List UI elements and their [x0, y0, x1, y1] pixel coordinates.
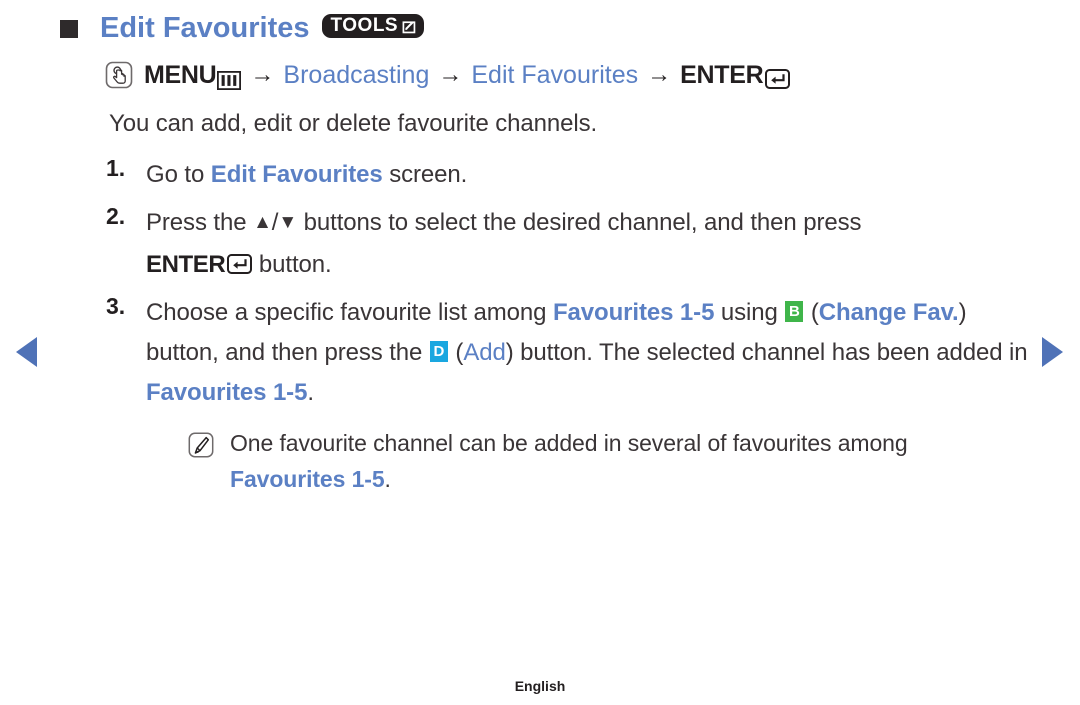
step-number: 1.: [106, 155, 126, 181]
step1-link-edit-favourites[interactable]: Edit Favourites: [211, 161, 383, 188]
intro-text: You can add, edit or delete favourite ch…: [109, 110, 598, 137]
step3-link-add[interactable]: Add: [463, 339, 506, 366]
step3-text-2: using: [714, 299, 785, 326]
step-body: Choose a specific favourite list among F…: [146, 293, 1034, 497]
note-text: One favourite channel can be added in se…: [230, 425, 908, 497]
menu-path-item-broadcasting[interactable]: Broadcasting: [283, 61, 429, 90]
page-title: Edit Favourites: [100, 12, 310, 44]
steps-list: 1. Go to Edit Favourites screen. 2. Pres…: [104, 155, 1034, 505]
step3-text-6: ) button. The selected channel has been …: [505, 339, 1028, 366]
enter-return-icon: [227, 247, 253, 274]
step1-text-2: screen.: [382, 161, 468, 188]
step2-text-2: buttons to select the desired channel, a…: [297, 209, 862, 236]
step-item: 3. Choose a specific favourite list amon…: [104, 293, 1034, 497]
key-badge-b-icon: B: [785, 301, 804, 323]
menu-path-breadcrumb: MENU → Broadcasting → Edit Favourites → …: [104, 60, 791, 90]
note-text-1: One favourite channel can be added in se…: [230, 430, 908, 456]
tools-badge-label: TOOLS: [330, 14, 399, 36]
step3-text-5: (: [448, 339, 464, 366]
step3-link-change-fav[interactable]: Change Fav.: [819, 299, 959, 326]
note-block: One favourite channel can be added in se…: [188, 425, 1034, 497]
up-arrow-icon: ▲: [253, 212, 272, 233]
enter-return-icon: [765, 67, 791, 89]
page-title-row: Edit Favourites TOOLS: [60, 12, 425, 45]
step-body: Press the ▲/▼ buttons to select the desi…: [146, 203, 1034, 285]
step3-link-favourites-1-5-b[interactable]: Favourites 1-5: [146, 379, 307, 406]
down-arrow-icon: ▼: [278, 212, 298, 233]
menu-path-item-edit-favourites[interactable]: Edit Favourites: [471, 61, 638, 90]
menu-path-enter-label: ENTER: [680, 60, 764, 89]
step3-text-1: Choose a specific favourite list among: [146, 299, 553, 326]
triangle-right-icon[interactable]: [1042, 337, 1063, 367]
menu-path-arrow-1: →: [250, 61, 275, 88]
triangle-left-icon[interactable]: [16, 337, 37, 367]
step-item: 2. Press the ▲/▼ buttons to select the d…: [104, 203, 1034, 285]
menu-path-arrow-3: →: [647, 61, 672, 88]
note-pencil-icon: [188, 431, 214, 458]
step2-enter-label: ENTER: [146, 251, 226, 278]
step3-text-3: (: [804, 299, 819, 326]
key-badge-d-icon: D: [429, 341, 448, 363]
tools-badge: TOOLS: [321, 13, 425, 38]
step-number: 3.: [106, 293, 126, 319]
step-body: Go to Edit Favourites screen.: [146, 155, 1034, 195]
bullet-square-icon: [60, 19, 78, 38]
menu-path-menu-label: MENU: [144, 60, 217, 89]
step2-text-3: button.: [252, 251, 332, 278]
tools-arrow-icon: [400, 18, 417, 35]
step-number: 2.: [106, 203, 126, 229]
footer-language: English: [514, 678, 566, 694]
step3-link-favourites-1-5[interactable]: Favourites 1-5: [553, 299, 714, 326]
note-text-2: .: [384, 466, 391, 492]
manual-page: Edit Favourites TOOLS MENU → Broadcastin…: [0, 0, 1080, 705]
step2-text-1: Press the: [146, 209, 254, 236]
step1-text-1: Go to: [146, 161, 211, 188]
note-link-favourites-1-5[interactable]: Favourites 1-5: [230, 466, 385, 492]
hand-press-button-icon: [104, 60, 134, 90]
menu-bars-icon: [217, 68, 242, 90]
step-item: 1. Go to Edit Favourites screen.: [104, 155, 1034, 195]
menu-path-arrow-2: →: [438, 61, 463, 88]
step3-text-7: .: [307, 379, 314, 406]
